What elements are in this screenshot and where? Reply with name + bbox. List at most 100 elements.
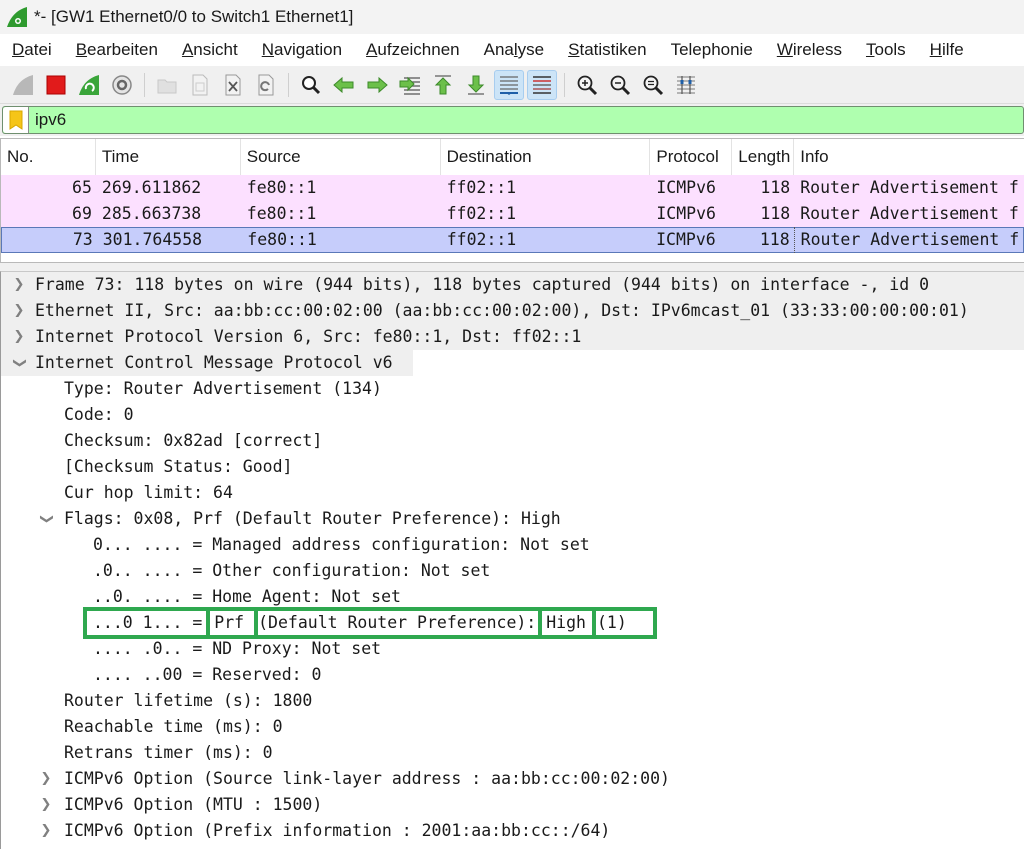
menu-ansicht[interactable]: Ansicht <box>170 40 250 60</box>
column-header-protocol[interactable]: Protocol <box>650 139 733 175</box>
find-packet-button[interactable] <box>296 70 326 100</box>
go-forward-button[interactable] <box>362 70 392 100</box>
column-header-info[interactable]: Info <box>794 139 1024 175</box>
tree-item-ethernet[interactable]: ❯ Ethernet II, Src: aa:bb:cc:00:02:00 (aa… <box>1 298 1024 324</box>
tree-item-flag-other[interactable]: .0.. .... = Other configuration: Not set <box>1 558 1024 584</box>
restart-capture-icon <box>79 74 99 95</box>
column-header-time[interactable]: Time <box>96 139 241 175</box>
menu-bearbeiten[interactable]: Bearbeiten <box>64 40 170 60</box>
save-file-button[interactable] <box>185 70 215 100</box>
menu-hilfe[interactable]: Hilfe <box>918 40 976 60</box>
tree-item-option-mtu[interactable]: ❯ ICMPv6 Option (MTU : 1500) <box>1 792 1024 818</box>
autoscroll-icon <box>500 75 518 95</box>
tree-item-flag-managed[interactable]: 0... .... = Managed address configuratio… <box>1 532 1024 558</box>
colorize-toggle[interactable] <box>527 69 557 100</box>
cell-no: 69 <box>72 204 92 223</box>
tree-item-label: 0... .... = Managed address configuratio… <box>93 535 590 554</box>
collapse-chevron-icon[interactable]: ❯ <box>6 353 32 373</box>
expand-chevron-icon[interactable]: ❯ <box>36 818 56 844</box>
tree-item-icmpv6[interactable]: ❯ Internet Control Message Protocol v6 <box>1 350 413 376</box>
tree-item-checksum[interactable]: Checksum: 0x82ad [correct] <box>1 428 1024 454</box>
tree-item-label: ICMPv6 Option (Prefix information : 2001… <box>64 821 611 840</box>
tree-item-option-sll[interactable]: ❯ ICMPv6 Option (Source link-layer addres… <box>1 766 1024 792</box>
capture-options-button[interactable] <box>107 70 137 100</box>
tree-item-label: Type: Router Advertisement (134) <box>64 379 382 398</box>
cell-source: fe80::1 <box>246 178 317 197</box>
menu-wireless[interactable]: Wireless <box>765 40 854 60</box>
expand-chevron-icon[interactable]: ❯ <box>36 766 56 792</box>
expand-chevron-icon[interactable]: ❯ <box>9 298 29 324</box>
filter-bookmark-button[interactable] <box>3 107 29 133</box>
go-back-button[interactable] <box>329 70 359 100</box>
menu-statistiken[interactable]: Statistiken <box>556 40 658 60</box>
tree-item-flag-reserved[interactable]: .... ..00 = Reserved: 0 <box>1 662 1024 688</box>
expand-chevron-icon[interactable]: ❯ <box>9 272 29 298</box>
toolbar-separator <box>564 72 565 97</box>
prf-bits: ...0 1... = <box>93 613 203 632</box>
last-packet-button[interactable] <box>461 70 491 100</box>
menu-aufzeichnen[interactable]: Aufzeichnen <box>354 40 472 60</box>
column-header-destination[interactable]: Destination <box>441 139 651 175</box>
tree-item-flag-nd-proxy[interactable]: .... .0.. = ND Proxy: Not set <box>1 636 1024 662</box>
start-capture-icon <box>13 74 33 95</box>
tree-item-flags[interactable]: ❯ Flags: 0x08, Prf (Default Router Prefer… <box>1 506 1024 532</box>
prf-value: High <box>538 610 596 636</box>
tree-item-flag-prf[interactable]: ...0 1... = Prf (Default Router Preferen… <box>1 607 1024 639</box>
wireshark-fin-icon <box>6 6 28 28</box>
cell-protocol: ICMPv6 <box>656 178 716 197</box>
resize-columns-button[interactable] <box>671 70 701 100</box>
start-capture-button[interactable] <box>8 70 38 100</box>
packet-row[interactable]: 73 301.764558 fe80::1 ff02::1 ICMPv6 118 Route… <box>1 227 1024 253</box>
menu-telephonie[interactable]: Telephonie <box>659 40 765 60</box>
go-to-packet-button[interactable] <box>395 70 425 100</box>
tree-item-label: .0.. .... = Other configuration: Not set <box>93 561 491 580</box>
column-header-source[interactable]: Source <box>241 139 441 175</box>
tree-item-checksum-status[interactable]: [Checksum Status: Good] <box>1 454 1024 480</box>
toolbar-separator <box>288 72 289 97</box>
packet-row[interactable]: 65 269.611862 fe80::1 ff02::1 ICMPv6 118 Route… <box>1 175 1024 201</box>
menu-tools[interactable]: Tools <box>854 40 918 60</box>
restart-capture-button[interactable] <box>74 70 104 100</box>
column-header-length[interactable]: Length <box>732 139 795 175</box>
menu-navigation[interactable]: Navigation <box>250 40 354 60</box>
tree-item-router-lifetime[interactable]: Router lifetime (s): 1800 <box>1 688 1024 714</box>
zoom-reset-button[interactable] <box>638 70 668 100</box>
column-header-no[interactable]: No. <box>1 139 96 175</box>
expand-chevron-icon[interactable]: ❯ <box>9 324 29 350</box>
tree-item-label: .... .0.. = ND Proxy: Not set <box>93 639 382 658</box>
expand-chevron-icon[interactable]: ❯ <box>36 792 56 818</box>
collapse-chevron-icon[interactable]: ❯ <box>33 509 59 529</box>
tree-item-label: Flags: 0x08, Prf (Default Router Prefere… <box>64 509 561 528</box>
tree-item-type[interactable]: Type: Router Advertisement (134) <box>1 376 1024 402</box>
tree-item-cur-hop-limit[interactable]: Cur hop limit: 64 <box>1 480 1024 506</box>
menu-analyse[interactable]: Analyse <box>472 40 557 60</box>
display-filter-input[interactable] <box>29 107 1023 133</box>
zoom-reset-icon <box>643 75 664 95</box>
title-bar: *- [GW1 Ethernet0/0 to Switch1 Ethernet1… <box>0 0 1024 34</box>
pane-splitter[interactable] <box>0 263 1024 271</box>
prf-code: (1) <box>597 613 627 632</box>
window-title: *- [GW1 Ethernet0/0 to Switch1 Ethernet1… <box>34 7 354 26</box>
reload-file-button[interactable] <box>251 70 281 100</box>
packet-row[interactable]: 69 285.663738 fe80::1 ff02::1 ICMPv6 118 Route… <box>1 201 1024 227</box>
tree-item-reachable-time[interactable]: Reachable time (ms): 0 <box>1 714 1024 740</box>
first-packet-button[interactable] <box>428 70 458 100</box>
close-file-button[interactable] <box>218 70 248 100</box>
tree-item-ipv6[interactable]: ❯ Internet Protocol Version 6, Src: fe80:… <box>1 324 1024 350</box>
tree-item-option-prefix[interactable]: ❯ ICMPv6 Option (Prefix information : 200… <box>1 818 1024 844</box>
zoom-in-button[interactable] <box>572 70 602 100</box>
open-file-button[interactable] <box>152 70 182 100</box>
autoscroll-toggle[interactable] <box>494 69 524 100</box>
menu-datei[interactable]: Datei <box>0 40 64 60</box>
zoom-out-button[interactable] <box>605 70 635 100</box>
save-file-icon <box>192 74 208 95</box>
tree-item-code[interactable]: Code: 0 <box>1 402 1024 428</box>
cell-time: 285.663738 <box>101 204 202 223</box>
tree-item-retrans-timer[interactable]: Retrans timer (ms): 0 <box>1 740 1024 766</box>
tree-item-frame[interactable]: ❯ Frame 73: 118 bytes on wire (944 bits),… <box>1 272 1024 298</box>
bookmark-icon <box>9 110 22 130</box>
stop-capture-button[interactable] <box>41 70 71 100</box>
menu-bar: Datei Bearbeiten Ansicht Navigation Aufzeich… <box>0 34 1024 66</box>
open-file-icon <box>157 79 177 93</box>
go-back-icon <box>333 76 354 93</box>
